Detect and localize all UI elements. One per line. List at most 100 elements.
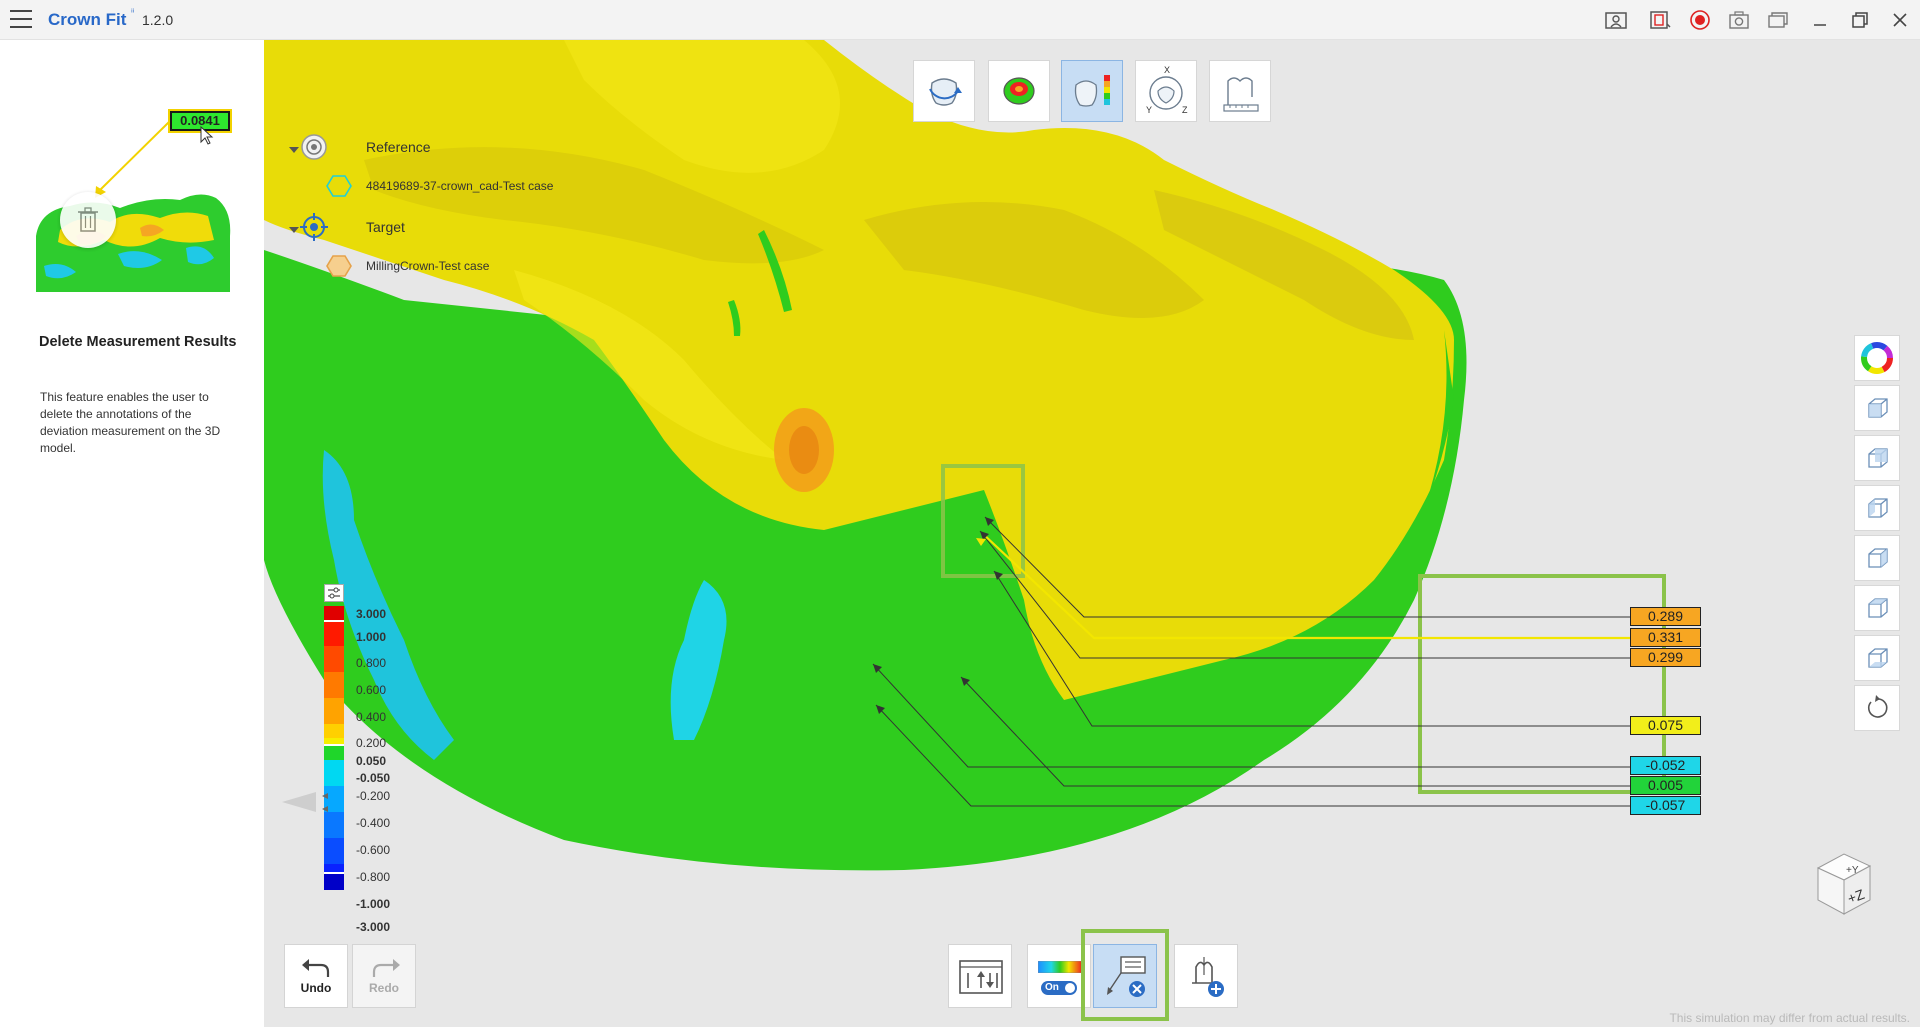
measurement-label[interactable]: 0.299 (1630, 648, 1701, 667)
reset-view-button[interactable] (1854, 685, 1900, 731)
axis-rotation-button[interactable]: X Y Z (1135, 60, 1197, 122)
title-bar: Crown Fit ⁱⁱ 1.2.0 (0, 0, 1920, 40)
view-right-button[interactable] (1854, 535, 1900, 581)
deviation-colormap-icon (1074, 75, 1110, 107)
color-wheel-icon (1861, 342, 1893, 374)
measurement-label[interactable]: 0.289 (1630, 607, 1701, 626)
sliders-icon (328, 587, 340, 599)
trash-icon (78, 207, 98, 232)
color-scale-segment (324, 672, 344, 698)
target-model-hexagon-icon[interactable] (326, 254, 352, 278)
color-scale-tick-label: -0.400 (356, 816, 391, 830)
undo-label: Undo (300, 981, 332, 995)
color-scale-segment (324, 622, 344, 646)
tutorial-panel: 0.0841 Delete Measurement Results This f… (0, 40, 264, 1027)
occlusal-view-button[interactable] (988, 60, 1050, 122)
delete-bubble (60, 192, 116, 248)
minimize-icon[interactable] (1808, 9, 1832, 31)
orientation-cube[interactable]: +Y +Z (1804, 840, 1884, 926)
rotate-view-button[interactable] (913, 60, 975, 122)
add-tooth-point-icon (1192, 957, 1224, 997)
help-guide-icon[interactable] (1604, 9, 1628, 31)
svg-text:X: X (1164, 65, 1170, 75)
measurement-label[interactable]: 0.075 (1630, 716, 1701, 735)
reference-label: Reference (366, 139, 431, 155)
app-title-superscript: ⁱⁱ (131, 8, 135, 19)
cube-front-icon (1868, 398, 1888, 418)
color-scale-tick-label: -0.050 (356, 771, 391, 785)
target-label: Target (366, 219, 405, 235)
restore-icon[interactable] (1848, 9, 1872, 31)
color-scale-tick-label: -3.000 (356, 920, 391, 934)
toggle-switch[interactable]: On (1041, 981, 1077, 995)
reset-rotate-icon (1867, 695, 1888, 718)
view-bottom-button[interactable] (1854, 635, 1900, 681)
redo-button[interactable]: Redo (352, 944, 416, 1008)
tutorial-title: Delete Measurement Results (39, 334, 237, 350)
xyz-axis-icon: X Y Z (1146, 65, 1188, 115)
color-scale-segment (324, 864, 344, 874)
color-scale-settings-button[interactable] (324, 584, 344, 602)
measurement-label[interactable]: 0.005 (1630, 776, 1701, 795)
cube-top-icon (1868, 598, 1888, 618)
color-scale-tick-label: 0.600 (356, 683, 387, 697)
target-model-item[interactable]: MillingCrown-Test case (366, 259, 489, 273)
add-measurement-button[interactable] (1174, 944, 1238, 1008)
screen-capture-icon[interactable] (1648, 9, 1672, 31)
color-scale-segment (324, 724, 344, 738)
view-left-button[interactable] (1854, 485, 1900, 531)
app-title: Crown Fit (48, 10, 127, 29)
view-back-button[interactable] (1854, 435, 1900, 481)
cursor-icon (200, 126, 214, 145)
color-scale-tick-label: 0.400 (356, 710, 387, 724)
color-scale-tick-label: 0.050 (356, 754, 387, 768)
color-scale-segment (324, 646, 344, 672)
occlusal-map-icon (1003, 77, 1035, 105)
measurement-label[interactable]: 0.331 (1630, 628, 1701, 647)
tutorial-illustration (36, 120, 231, 292)
compare-panel-icon (959, 960, 1003, 994)
color-scale-segment (324, 874, 344, 890)
camera-icon[interactable] (1727, 9, 1751, 31)
rotate-tooth-icon (929, 78, 962, 106)
color-picker-button[interactable] (1854, 335, 1900, 381)
color-scale-segment (324, 838, 344, 864)
color-scale-segment (324, 698, 344, 724)
menu-icon[interactable] (10, 10, 32, 28)
cube-bottom-icon (1868, 648, 1888, 668)
color-scale-segment (324, 738, 344, 746)
tolerance-pointer-icon[interactable] (282, 788, 342, 818)
view-front-button[interactable] (1854, 385, 1900, 431)
view-top-button[interactable] (1854, 585, 1900, 631)
color-scale-tick-label: -0.600 (356, 843, 391, 857)
measurement-label[interactable]: -0.052 (1630, 756, 1701, 775)
deviation-map-button[interactable] (1061, 60, 1123, 122)
highlight-labels-box (1418, 574, 1666, 794)
measure-section-button[interactable] (1209, 60, 1271, 122)
gradient-bar-icon (1038, 961, 1082, 973)
gallery-icon[interactable] (1766, 9, 1790, 31)
reference-collapse-chevron-icon[interactable] (288, 146, 300, 154)
svg-text:Y: Y (1146, 105, 1152, 115)
simulation-footnote: This simulation may differ from actual r… (1669, 1011, 1910, 1025)
reference-model-hexagon-icon[interactable] (326, 174, 352, 198)
undo-button[interactable]: Undo (284, 944, 348, 1008)
comparison-settings-button[interactable] (948, 944, 1012, 1008)
measurement-label[interactable]: -0.057 (1630, 796, 1701, 815)
record-icon[interactable] (1688, 9, 1712, 31)
color-scale-tick-label: 3.000 (356, 607, 387, 621)
ruler-tooth-icon (1223, 77, 1259, 112)
cube-right-icon (1868, 548, 1888, 568)
delete-annotation-icon (1107, 956, 1146, 997)
target-crosshair-icon (300, 213, 328, 241)
reference-model-item[interactable]: 48419689-37-crown_cad-Test case (366, 179, 553, 193)
svg-text:+Y: +Y (1846, 865, 1859, 876)
toggle-on-label: On (1045, 982, 1059, 993)
color-scale-tick-label: -1.000 (356, 897, 391, 911)
3d-viewport[interactable]: 0.289 0.331 0.299 0.075 -0.052 0.005 -0.… (264, 40, 1920, 1027)
close-icon[interactable] (1888, 9, 1912, 31)
redo-label: Redo (369, 981, 399, 995)
delete-annotation-button[interactable] (1093, 944, 1157, 1008)
highlight-region-box (941, 464, 1025, 578)
color-scale-tick-label: 0.800 (356, 656, 387, 670)
